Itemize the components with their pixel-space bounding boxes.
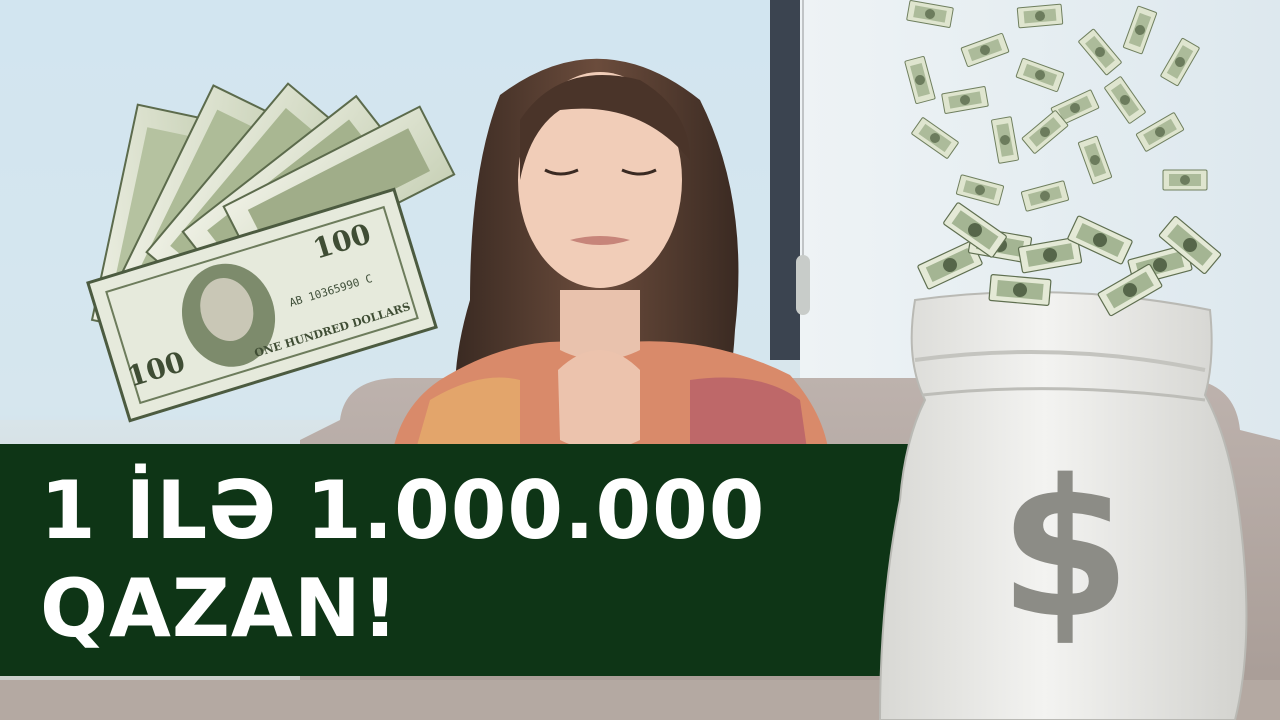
dollar-sign: $	[999, 439, 1131, 660]
headline-line-2: QAZAN!	[40, 562, 400, 655]
praying-hands	[558, 350, 640, 450]
headline: 1 İLƏ 1.000.000 QAZAN!	[40, 462, 765, 658]
window-frame	[770, 0, 800, 360]
money-bag: $	[878, 291, 1248, 720]
blind-pull	[796, 255, 810, 315]
headline-line-1: 1 İLƏ 1.000.000	[40, 464, 766, 557]
neck	[560, 290, 640, 360]
